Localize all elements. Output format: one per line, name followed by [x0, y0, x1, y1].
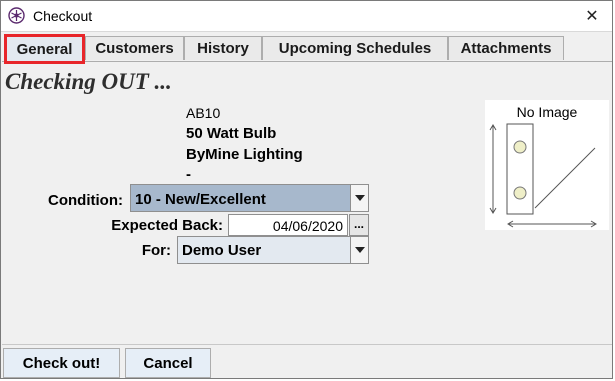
tab-upcoming-schedules[interactable]: Upcoming Schedules — [262, 36, 448, 60]
cancel-button[interactable]: Cancel — [125, 348, 211, 378]
for-label: For: — [141, 242, 171, 259]
date-picker-button[interactable]: ... — [349, 214, 369, 236]
tab-bar: General Customers History Upcoming Sched… — [2, 34, 602, 64]
condition-value: 10 - New/Excellent — [135, 191, 266, 208]
title-bar: Checkout ✕ — [1, 1, 612, 32]
item-manufacturer: ByMine Lighting — [186, 146, 303, 163]
expected-back-date-field[interactable]: 04/06/2020 — [228, 214, 348, 236]
item-extra: - — [186, 166, 191, 183]
close-icon[interactable]: ✕ — [572, 1, 612, 30]
chevron-down-icon[interactable] — [350, 237, 368, 263]
chevron-down-icon[interactable] — [350, 185, 368, 211]
item-name: 50 Watt Bulb — [186, 125, 277, 142]
tab-attachments[interactable]: Attachments — [448, 36, 564, 60]
check-out-button[interactable]: Check out! — [3, 348, 120, 378]
tab-general[interactable]: General — [4, 34, 85, 64]
window-title: Checkout — [33, 8, 93, 24]
app-logo-icon — [8, 7, 25, 24]
condition-dropdown[interactable]: 10 - New/Excellent — [130, 184, 369, 212]
button-bar-divider — [2, 344, 612, 345]
item-code: AB10 — [186, 105, 221, 121]
placeholder-image-icon — [489, 123, 597, 228]
page-heading: Checking OUT ... — [5, 69, 172, 94]
expected-back-label: Expected Back: — [111, 217, 223, 234]
for-value: Demo User — [182, 242, 262, 259]
item-image-preview: No Image — [485, 100, 609, 230]
tab-customers[interactable]: Customers — [85, 36, 184, 60]
tab-underline — [2, 61, 612, 62]
condition-label: Condition: — [48, 192, 123, 209]
for-dropdown[interactable]: Demo User — [177, 236, 369, 264]
checkout-window: Checkout ✕ General Customers History Upc… — [0, 0, 613, 379]
tab-history[interactable]: History — [184, 36, 262, 60]
